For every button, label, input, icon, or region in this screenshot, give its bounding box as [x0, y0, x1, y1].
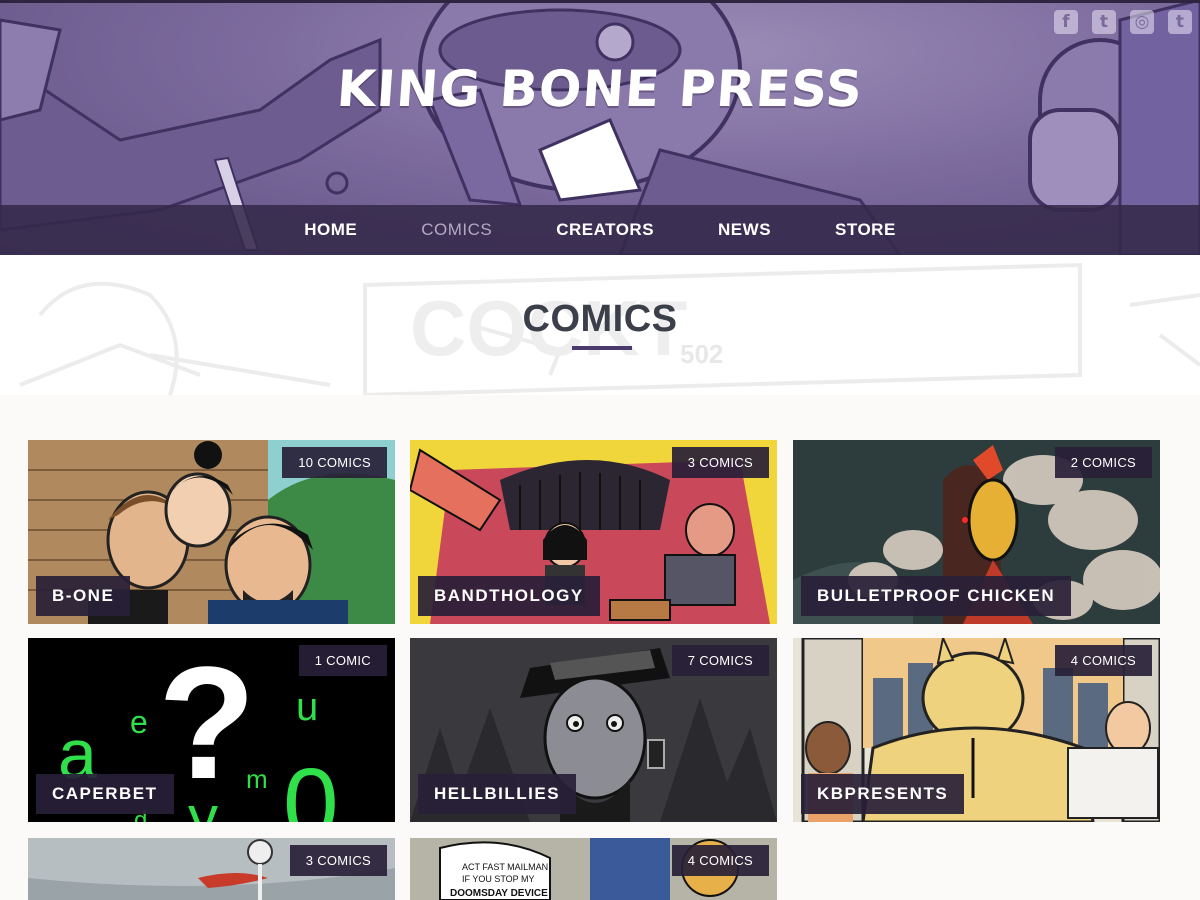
- comic-card-caperbet[interactable]: ? a e u m y 0 d 1 COMIC CAPERBET: [28, 638, 395, 822]
- social-links: f t ◎ t: [1054, 10, 1192, 34]
- comic-card-8[interactable]: ACT FAST MAILMAN! IF YOU STOP MY DOOMSDA…: [410, 838, 777, 900]
- comic-card-7[interactable]: 3 COMICS: [28, 838, 395, 900]
- comic-title-label[interactable]: KBPRESENTS: [801, 774, 965, 814]
- nav-home[interactable]: HOME: [304, 220, 357, 240]
- nav-news[interactable]: NEWS: [718, 220, 771, 240]
- comic-card-bulletproof-chicken[interactable]: 2 COMICS BULLETPROOF CHICKEN: [793, 440, 1160, 624]
- speech-line-3: DOOMSDAY DEVICE: [450, 888, 548, 899]
- nav-store[interactable]: STORE: [835, 220, 896, 240]
- page-title: COMICS: [522, 298, 678, 340]
- letter-glyph: 0: [283, 748, 339, 822]
- comic-title-label[interactable]: BANDTHOLOGY: [418, 576, 600, 616]
- comic-count-badge: 3 COMICS: [289, 845, 387, 876]
- comic-title-label[interactable]: HELLBILLIES: [418, 774, 577, 814]
- comic-title-label[interactable]: BULLETPROOF CHICKEN: [801, 576, 1072, 616]
- comic-count-badge: 7 COMICS: [671, 645, 769, 676]
- comic-count-badge: 4 COMICS: [671, 845, 769, 876]
- comic-card-bandthology[interactable]: 3 COMICS BANDTHOLOGY: [410, 440, 777, 624]
- comic-title-label[interactable]: CAPERBET: [36, 774, 174, 814]
- site-logo[interactable]: KING BONE PRESS: [0, 60, 1200, 118]
- letter-glyph: y: [188, 784, 218, 822]
- comic-count-badge: 10 COMICS: [282, 447, 387, 478]
- instagram-icon[interactable]: ◎: [1130, 10, 1154, 34]
- comic-count-badge: 4 COMICS: [1054, 645, 1152, 676]
- speech-line-2: IF YOU STOP MY: [462, 874, 535, 884]
- comic-card-b-one[interactable]: 10 COMICS B-ONE: [28, 440, 395, 624]
- twitter-icon[interactable]: t: [1092, 10, 1116, 34]
- facebook-icon[interactable]: f: [1054, 10, 1078, 34]
- speech-line-1: ACT FAST MAILMAN!: [462, 862, 551, 872]
- nav-comics[interactable]: COMICS: [421, 220, 492, 240]
- comic-card-kbpresents[interactable]: 4 COMICS KBPRESENTS: [793, 638, 1160, 822]
- site-header: KING BONE PRESS f t ◎ t HOME COMICS CREA…: [0, 0, 1200, 255]
- main-nav: HOME COMICS CREATORS NEWS STORE: [0, 205, 1200, 255]
- letter-glyph: e: [130, 704, 148, 740]
- letter-glyph: u: [296, 685, 318, 729]
- banner-sign-number: 502: [680, 339, 723, 369]
- comic-count-badge: 2 COMICS: [1054, 447, 1152, 478]
- comic-count-badge: 1 COMIC: [298, 645, 387, 676]
- letter-glyph: m: [246, 764, 268, 794]
- nav-creators[interactable]: CREATORS: [556, 220, 654, 240]
- title-underline: [572, 346, 632, 350]
- comic-title-label[interactable]: B-ONE: [36, 576, 131, 616]
- comic-count-badge: 3 COMICS: [671, 447, 769, 478]
- tumblr-icon[interactable]: t: [1168, 10, 1192, 34]
- comic-card-hellbillies[interactable]: 7 COMICS HELLBILLIES: [410, 638, 777, 822]
